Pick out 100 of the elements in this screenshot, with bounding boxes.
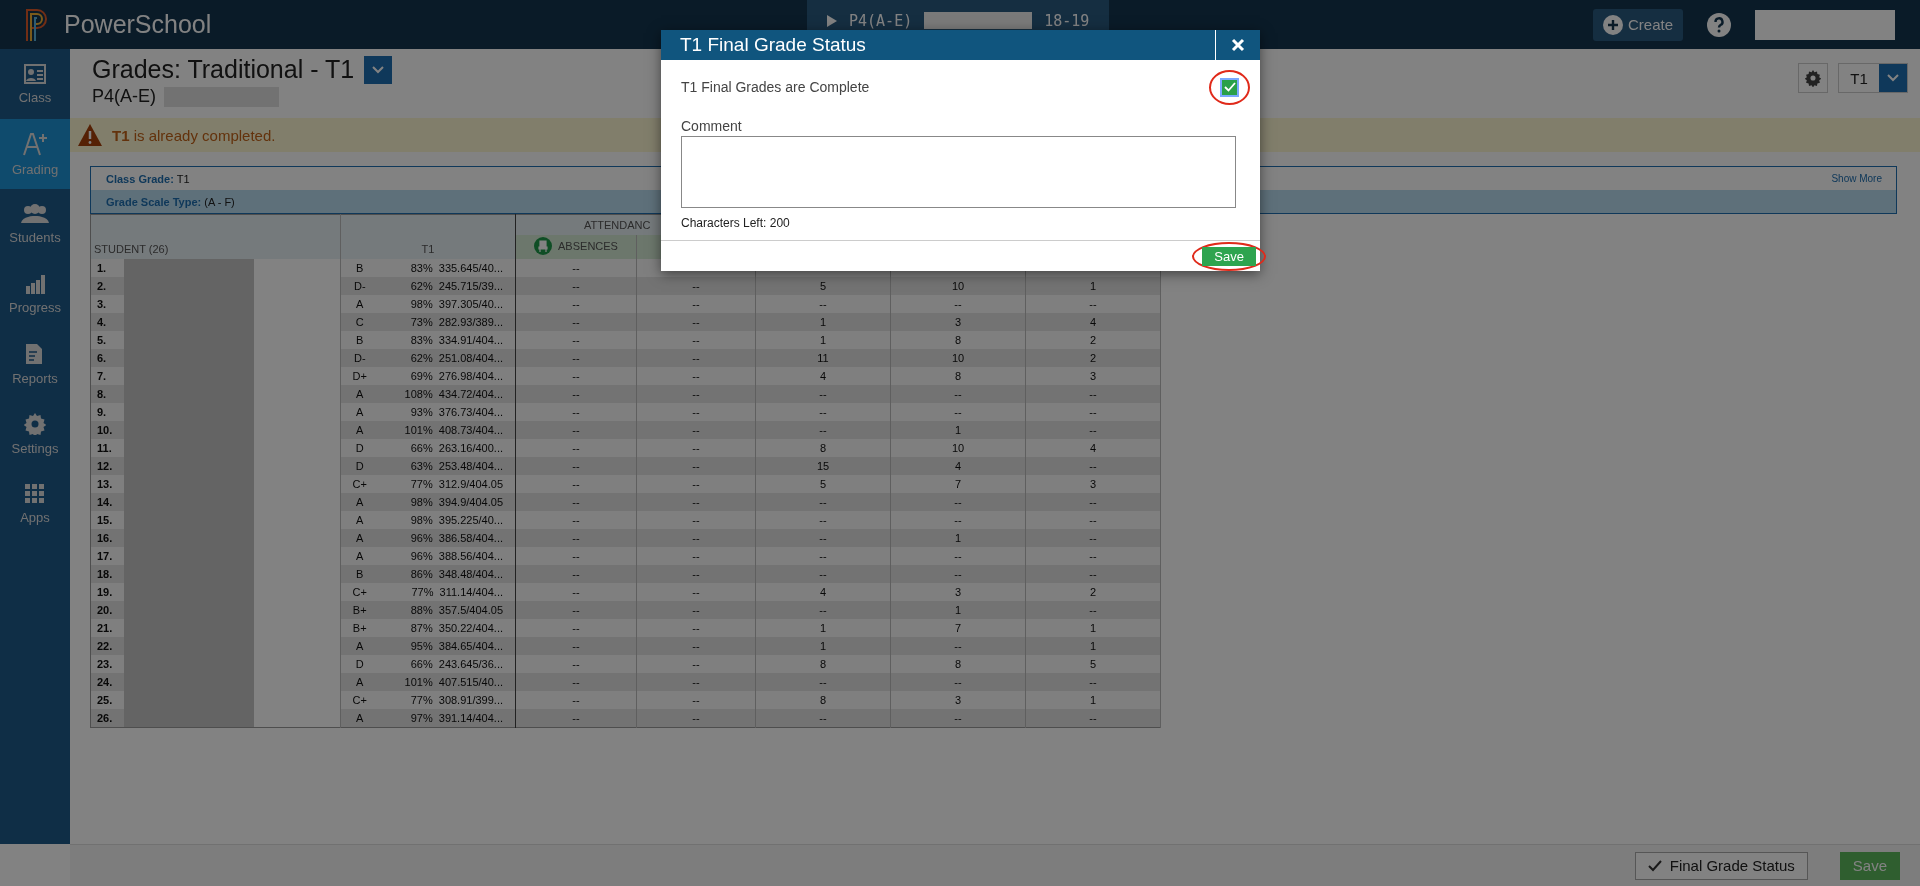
table-cell: -- [692, 388, 700, 400]
table-cell: -- [572, 298, 580, 310]
table-cell: -- [572, 262, 580, 274]
table-cell: -- [819, 676, 827, 688]
table-cell: 2 [1089, 586, 1097, 598]
table-cell: -- [1089, 676, 1097, 688]
term-select[interactable]: T1 [1838, 63, 1908, 93]
table-cell: -- [954, 406, 962, 418]
table-cell: -- [572, 352, 580, 364]
dropdown-button[interactable] [364, 55, 393, 84]
grade-cell: B [340, 331, 379, 349]
id-card-icon [24, 63, 46, 84]
score-cell: 62% 251.08/404... [378, 349, 516, 367]
table-cell: -- [692, 280, 700, 292]
table-cell: -- [692, 496, 700, 508]
table-cell: 8 [819, 442, 827, 454]
table-cell: -- [692, 532, 700, 544]
sidebar-item[interactable]: Settings [0, 399, 70, 469]
row-number: 4. [90, 313, 124, 331]
table-cell: -- [572, 370, 580, 382]
table-cell: -- [692, 370, 700, 382]
section-name: P4(A-E) [92, 86, 156, 107]
score-cell: 77% 308.91/399... [378, 691, 516, 709]
row-number: 21. [90, 619, 124, 637]
warning-message: T1 is already completed. [112, 126, 276, 144]
score-cell: 98% 394.9/404.05 [378, 493, 516, 511]
table-cell: 8 [954, 370, 962, 382]
table-cell: 5 [819, 478, 827, 490]
settings-icon [1805, 69, 1821, 87]
comment-field[interactable] [681, 136, 1236, 208]
table-cell: -- [1089, 460, 1097, 472]
table-cell: -- [819, 388, 827, 400]
sidebar-item[interactable]: Reports [0, 329, 70, 399]
table-cell: -- [572, 658, 580, 670]
table-cell: -- [692, 406, 700, 418]
row-number: 17. [90, 547, 124, 565]
settings-button[interactable] [1798, 63, 1828, 93]
logo-icon [24, 7, 50, 42]
grade-cell: A [340, 709, 379, 728]
table-cell: -- [572, 316, 580, 328]
grade-cell: B [340, 259, 379, 277]
table-cell: -- [692, 658, 700, 670]
score-cell: 96% 386.58/404... [378, 529, 516, 547]
table-cell: 2 [1089, 352, 1097, 364]
page-title: Grades: Traditional - T1 [92, 55, 355, 84]
grade-cell: A [340, 529, 379, 547]
show-more-link[interactable]: Show More [1831, 173, 1882, 184]
grade-cell: A [340, 295, 379, 313]
column-header[interactable]: T1 [421, 243, 435, 255]
table-cell: 4 [819, 370, 827, 382]
row-number: 11. [90, 439, 124, 457]
row-number: 1. [90, 259, 124, 277]
grade-cell: D [340, 439, 379, 457]
save-button[interactable]: Save [1839, 851, 1900, 880]
table-cell: 4 [1089, 316, 1097, 328]
table-cell: 7 [954, 622, 962, 634]
row-number: 25. [90, 691, 124, 709]
table-cell: -- [819, 532, 827, 544]
sidebar-item[interactable]: Students [0, 189, 70, 259]
table-cell: -- [572, 676, 580, 688]
create-button[interactable]: Create [1592, 8, 1683, 41]
score-cell: 86% 348.48/404... [378, 565, 516, 583]
row-number: 23. [90, 655, 124, 673]
grade-cell: A [340, 637, 379, 655]
row-number: 7. [90, 367, 124, 385]
table-cell: -- [572, 496, 580, 508]
final-grade-status-button[interactable]: Final Grade Status [1634, 851, 1808, 880]
help-icon[interactable] [1707, 12, 1731, 37]
comment-label: Comment [681, 118, 743, 134]
table-cell: -- [954, 676, 962, 688]
grid-icon [25, 483, 45, 504]
score-cell: 95% 384.65/404... [378, 637, 516, 655]
table-cell: -- [954, 550, 962, 562]
row-number: 13. [90, 475, 124, 493]
table-cell: -- [572, 406, 580, 418]
sidebar-item[interactable]: Grading [0, 119, 70, 189]
table-cell: -- [572, 460, 580, 472]
table-cell: -- [572, 694, 580, 706]
grade-cell: A [340, 385, 379, 403]
sidebar-item[interactable]: Class [0, 49, 70, 119]
save-button[interactable]: Save [1202, 246, 1256, 266]
chair-icon [534, 237, 553, 255]
play-icon [827, 14, 837, 27]
grade-cell: A [340, 673, 379, 691]
column-header[interactable]: STUDENT (26) [94, 243, 169, 255]
complete-checkbox[interactable] [1220, 77, 1239, 97]
score-cell: 101% 407.515/40... [378, 673, 516, 691]
table-cell: -- [692, 604, 700, 616]
row-number: 2. [90, 277, 124, 295]
sidebar-item[interactable]: Progress [0, 259, 70, 329]
table-cell: -- [954, 496, 962, 508]
settings-icon [24, 412, 46, 435]
table-cell: 1 [819, 640, 827, 652]
row-number: 5. [90, 331, 124, 349]
table-cell: 8 [819, 658, 827, 670]
row-number: 22. [90, 637, 124, 655]
row-number: 9. [90, 403, 124, 421]
table-cell: -- [954, 568, 962, 580]
sidebar-item[interactable]: Apps [0, 469, 70, 539]
table-cell: 1 [954, 604, 962, 616]
